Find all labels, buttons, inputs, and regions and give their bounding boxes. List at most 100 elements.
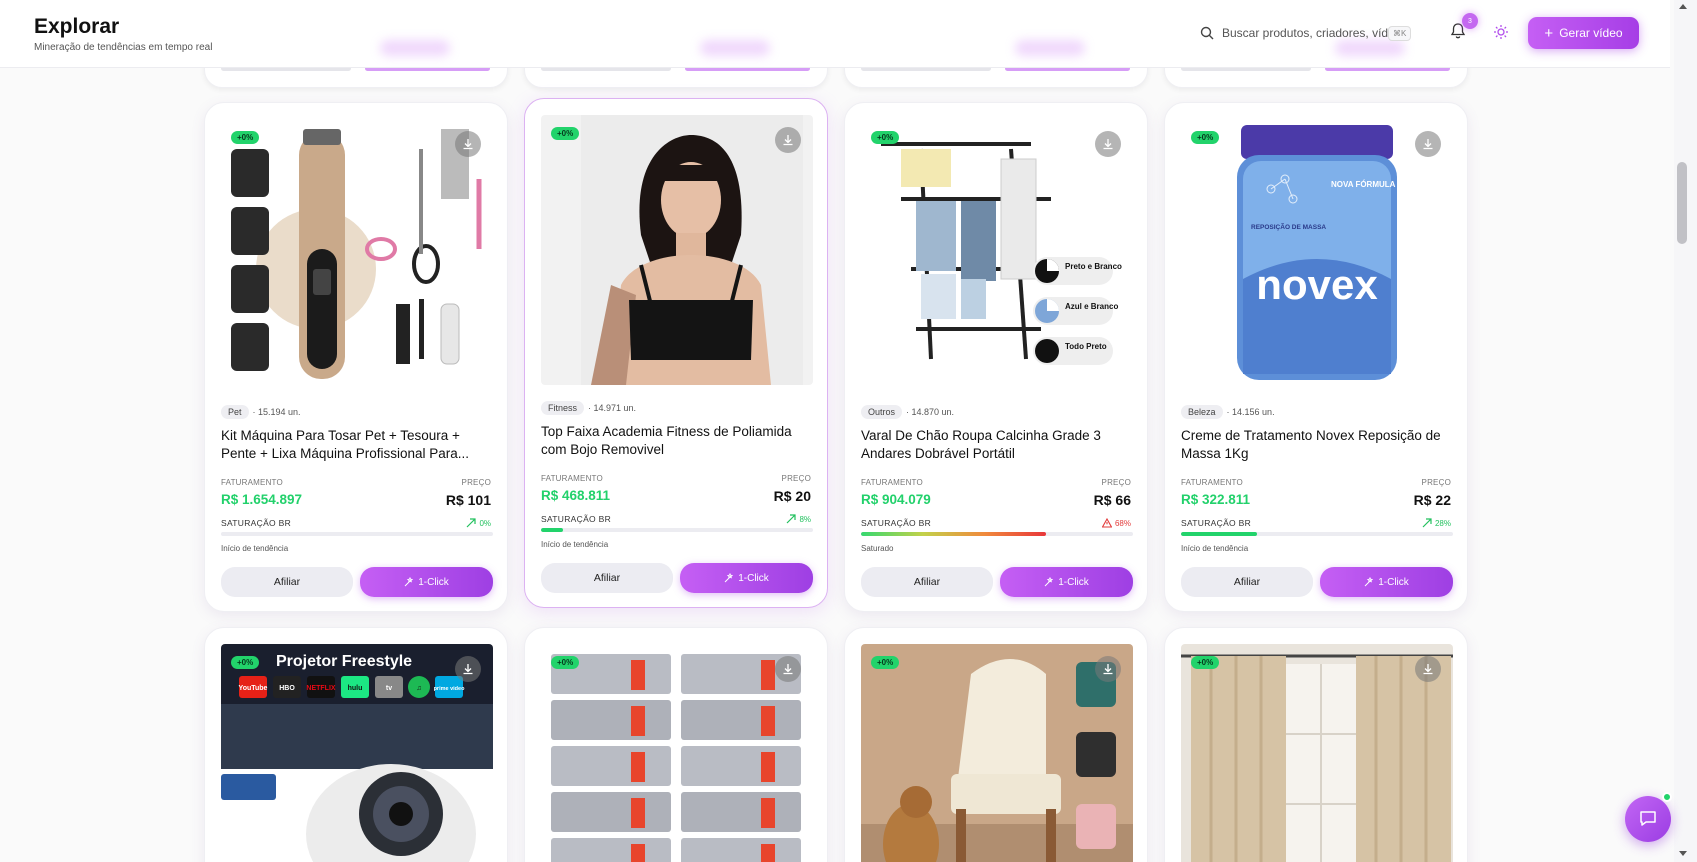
- category-tag: Beleza: [1181, 405, 1223, 419]
- page-subtitle: Mineração de tendências em tempo real: [34, 42, 213, 53]
- download-icon[interactable]: [455, 656, 481, 682]
- search-input[interactable]: [1222, 26, 1388, 40]
- product-card[interactable]: +0% Fitness · 14.971 un. Top Faixa Acade…: [524, 98, 828, 608]
- online-indicator: [1662, 792, 1672, 802]
- affiliate-button[interactable]: Afiliar: [1181, 567, 1313, 597]
- app-label: HBO: [279, 685, 295, 692]
- one-click-button[interactable]: 1-Click: [360, 567, 493, 597]
- top-header: Explorar Mineração de tendências em temp…: [0, 0, 1670, 68]
- warning-icon: [1101, 518, 1112, 528]
- magic-wand-icon: [1364, 577, 1374, 587]
- app-label: YouTube: [239, 685, 268, 692]
- banner-title: Projetor Freestyle: [276, 653, 412, 670]
- price-label: PREÇO: [1101, 478, 1131, 487]
- package-headline: NOVA FÓRMULA: [1331, 180, 1396, 189]
- product-title: Kit Máquina Para Tosar Pet + Tesoura + P…: [221, 428, 470, 461]
- download-icon[interactable]: [455, 131, 481, 157]
- product-card[interactable]: +0% Pet · 15.194 un. Kit Máquina Para To…: [204, 102, 508, 612]
- app-label: prime video: [434, 686, 466, 692]
- download-icon[interactable]: [1415, 131, 1441, 157]
- product-meta: Outros · 14.870 un.: [861, 405, 954, 419]
- growth-badge: +0%: [871, 656, 900, 669]
- trend-icon: [1422, 518, 1432, 528]
- product-card[interactable]: +0%: [844, 627, 1148, 862]
- scrollbar-thumb[interactable]: [1677, 162, 1687, 244]
- trend-status: Início de tendência: [1181, 544, 1249, 553]
- saturation-bar: [1181, 532, 1453, 536]
- product-image: Projetor Freestyle YouTube HBO NETFLIX h…: [221, 644, 493, 862]
- magic-wand-icon: [724, 573, 734, 583]
- variant-2: Azul e Branco: [1065, 302, 1118, 311]
- saturation-fill: [861, 532, 1046, 536]
- trend-status: Saturado: [861, 544, 894, 553]
- price-value: R$ 66: [1093, 492, 1131, 508]
- chat-button[interactable]: [1625, 796, 1671, 842]
- product-card[interactable]: Preto e Branco Azul e Branco Todo Preto …: [844, 102, 1148, 612]
- header-glow: [1015, 40, 1085, 56]
- saturation-label: SATURAÇÃO BR: [541, 514, 612, 524]
- saturation-bar: [221, 532, 493, 536]
- saturation-label: SATURAÇÃO BR: [1181, 518, 1252, 528]
- variant-3: Todo Preto: [1065, 342, 1107, 351]
- growth-badge: +0%: [1191, 656, 1220, 669]
- category-tag: Fitness: [541, 401, 585, 415]
- one-click-button[interactable]: 1-Click: [1000, 567, 1133, 597]
- search-icon: [1200, 26, 1214, 40]
- saturation-percent: 0%: [466, 518, 491, 528]
- saturation-bar: [861, 532, 1133, 536]
- saturation-percent: 28%: [1422, 518, 1451, 528]
- growth-badge: +0%: [231, 656, 260, 669]
- scrollbar-track[interactable]: [1674, 0, 1697, 862]
- scroll-up-arrow[interactable]: [1679, 4, 1687, 9]
- product-card[interactable]: Projetor Freestyle YouTube HBO NETFLIX h…: [204, 627, 508, 862]
- chat-icon: [1640, 811, 1656, 826]
- revenue-label: FATURAMENTO: [1181, 478, 1243, 487]
- trend-status: Início de tendência: [221, 544, 289, 553]
- download-icon[interactable]: [1095, 131, 1121, 157]
- revenue-label: FATURAMENTO: [221, 478, 283, 487]
- product-image: [541, 115, 813, 385]
- download-icon[interactable]: [775, 656, 801, 682]
- units-sold: · 14.156 un.: [1226, 407, 1275, 417]
- product-title: Varal De Chão Roupa Calcinha Grade 3 And…: [861, 428, 1101, 461]
- variant-1: Preto e Branco: [1065, 262, 1122, 271]
- product-card[interactable]: +0%: [1164, 627, 1468, 862]
- revenue-label: FATURAMENTO: [861, 478, 923, 487]
- product-meta: Pet · 15.194 un.: [221, 405, 301, 419]
- growth-badge: +0%: [551, 127, 580, 140]
- plus-icon: +: [1544, 24, 1554, 42]
- brand-logo: novex: [1256, 261, 1378, 308]
- app-label: tv: [386, 685, 392, 692]
- affiliate-button[interactable]: Afiliar: [541, 563, 673, 593]
- affiliate-button[interactable]: Afiliar: [221, 567, 353, 597]
- product-image: [221, 119, 493, 389]
- growth-badge: +0%: [551, 656, 580, 669]
- saturation-bar: [541, 528, 813, 532]
- category-tag: Pet: [221, 405, 249, 419]
- package-left-text: REPOSIÇÃO DE MASSA: [1251, 222, 1326, 231]
- affiliate-button[interactable]: Afiliar: [861, 567, 993, 597]
- search-bar[interactable]: ⌘K: [1200, 22, 1422, 44]
- magic-wand-icon: [1044, 577, 1054, 587]
- product-image: [1181, 644, 1453, 862]
- one-click-button[interactable]: 1-Click: [1320, 567, 1453, 597]
- app-label: ♫: [416, 685, 421, 692]
- download-icon[interactable]: [1095, 656, 1121, 682]
- generate-video-button[interactable]: + Gerar vídeo: [1528, 17, 1639, 49]
- generate-video-label: Gerar vídeo: [1559, 26, 1623, 40]
- saturation-percent: 68%: [1101, 518, 1131, 528]
- category-tag: Outros: [861, 405, 903, 419]
- download-icon[interactable]: [1415, 656, 1441, 682]
- product-card[interactable]: novex NOVA FÓRMULA REPOSIÇÃO DE MASSA +0…: [1164, 102, 1468, 612]
- product-card[interactable]: +0%: [524, 627, 828, 862]
- sun-icon[interactable]: [1493, 24, 1509, 40]
- one-click-button[interactable]: 1-Click: [680, 563, 813, 593]
- saturation-fill: [541, 528, 563, 532]
- price-label: PREÇO: [461, 478, 491, 487]
- saturation-fill: [1181, 532, 1258, 536]
- scroll-down-arrow[interactable]: [1679, 851, 1687, 856]
- product-title: Creme de Tratamento Novex Reposição de M…: [1181, 428, 1441, 461]
- download-icon[interactable]: [775, 127, 801, 153]
- trend-icon: [467, 518, 477, 528]
- price-value: R$ 101: [445, 492, 491, 508]
